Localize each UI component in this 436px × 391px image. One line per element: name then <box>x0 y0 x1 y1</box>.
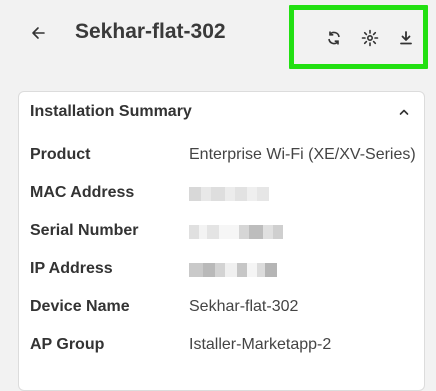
chevron-up-icon <box>399 109 409 115</box>
row-value: Enterprise Wi-Fi (XE/XV-Series) <box>189 146 416 163</box>
row-value: Sekhar-flat-302 <box>189 298 299 315</box>
row-mac-address: MAC Address <box>19 181 424 205</box>
row-label: Serial Number <box>30 222 139 239</box>
top-bar: Sekhar-flat-302 <box>0 0 436 70</box>
redacted-value <box>189 223 283 241</box>
row-label: Device Name <box>30 298 130 315</box>
back-button[interactable] <box>26 21 50 45</box>
arrow-left-icon <box>32 27 45 39</box>
row-label: Product <box>30 146 91 163</box>
page-title: Sekhar-flat-302 <box>75 20 226 43</box>
action-toolbar-highlight <box>289 5 428 69</box>
redacted-value <box>189 261 277 279</box>
download-icon <box>400 31 412 45</box>
download-button[interactable] <box>394 26 418 50</box>
row-label: MAC Address <box>30 184 135 201</box>
card-header[interactable]: Installation Summary <box>19 92 424 132</box>
row-label: AP Group <box>30 336 105 353</box>
row-device-name: Device Name Sekhar-flat-302 <box>19 295 424 319</box>
row-value: Istaller-Marketapp-2 <box>189 336 332 353</box>
installation-summary-card: Installation Summary Product Enterprise … <box>18 91 425 391</box>
row-product: Product Enterprise Wi-Fi (XE/XV-Series) <box>19 143 424 167</box>
collapse-button[interactable] <box>396 104 412 120</box>
row-serial-number: Serial Number <box>19 219 424 243</box>
refresh-button[interactable] <box>322 26 346 50</box>
sync-icon <box>328 31 340 45</box>
row-ip-address: IP Address <box>19 257 424 281</box>
reboot-button[interactable] <box>358 26 382 50</box>
sun-burst-icon <box>361 29 379 47</box>
redacted-value <box>189 185 269 203</box>
row-ap-group: AP Group Istaller-Marketapp-2 <box>19 333 424 357</box>
row-label: IP Address <box>30 260 113 277</box>
card-title: Installation Summary <box>30 103 192 120</box>
